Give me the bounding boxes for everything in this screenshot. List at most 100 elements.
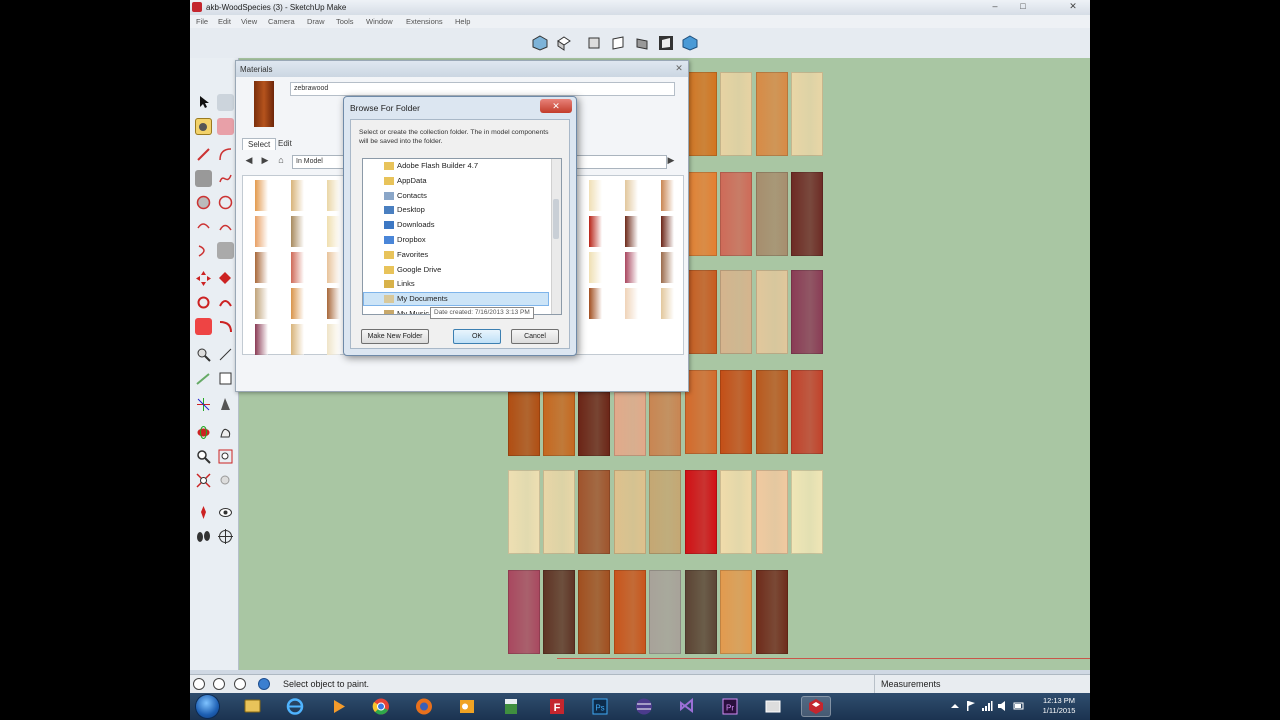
tree-item[interactable]: Downloads: [363, 218, 549, 232]
wood-swatch[interactable]: [508, 570, 540, 654]
front-view-icon[interactable]: [586, 35, 602, 51]
select-tool-icon[interactable]: [195, 94, 212, 111]
material-thumbnail[interactable]: [327, 288, 340, 319]
left-view-icon[interactable]: [658, 35, 674, 51]
offset-icon[interactable]: [217, 242, 234, 259]
info-icon[interactable]: [213, 678, 225, 690]
pie-icon[interactable]: [217, 218, 234, 235]
move-icon[interactable]: [195, 270, 212, 287]
close-icon[interactable]: ✕: [1066, 1, 1080, 12]
material-thumbnail[interactable]: [589, 216, 602, 247]
material-thumbnail[interactable]: [589, 288, 602, 319]
wood-swatch[interactable]: [578, 570, 610, 654]
material-thumbnail[interactable]: [327, 252, 340, 283]
media-player-icon[interactable]: [323, 696, 353, 717]
start-button[interactable]: [196, 695, 219, 718]
battery-icon[interactable]: [1013, 700, 1025, 712]
3d-text-icon[interactable]: [217, 396, 234, 413]
wood-swatch[interactable]: [756, 172, 788, 256]
wood-swatch[interactable]: [508, 470, 540, 554]
rotate-icon[interactable]: [195, 294, 212, 311]
material-thumbnail[interactable]: [661, 180, 674, 211]
wood-swatch[interactable]: [543, 392, 575, 456]
outlook-icon[interactable]: [452, 696, 482, 717]
show-hidden-icons-icon[interactable]: [950, 701, 960, 711]
wood-swatch[interactable]: [685, 470, 717, 554]
wood-swatch[interactable]: [543, 470, 575, 554]
material-thumbnail[interactable]: [625, 252, 638, 283]
instructor-icon[interactable]: [258, 678, 270, 690]
material-thumbnail[interactable]: [291, 288, 304, 319]
material-thumbnail[interactable]: [589, 252, 602, 283]
wood-swatch[interactable]: [791, 72, 823, 156]
right-view-icon[interactable]: [610, 35, 626, 51]
menu-camera[interactable]: Camera: [268, 17, 295, 26]
wood-swatch[interactable]: [508, 392, 540, 456]
material-thumbnail[interactable]: [291, 252, 304, 283]
wood-swatch[interactable]: [649, 570, 681, 654]
premiere-icon[interactable]: Pr: [715, 696, 745, 717]
offset2-icon[interactable]: [217, 318, 234, 335]
material-thumbnail[interactable]: [589, 180, 602, 211]
filezilla-icon[interactable]: F: [542, 696, 572, 717]
wood-swatch[interactable]: [649, 470, 681, 554]
material-thumbnail[interactable]: [327, 180, 340, 211]
tree-item[interactable]: Dropbox: [363, 233, 549, 247]
wood-swatch[interactable]: [614, 392, 646, 456]
network-icon[interactable]: [981, 700, 993, 712]
axes-icon[interactable]: [195, 396, 212, 413]
material-thumbnail[interactable]: [255, 288, 268, 319]
pan-icon[interactable]: [217, 424, 234, 441]
make-new-folder-button[interactable]: Make New Folder: [361, 329, 429, 344]
home-icon[interactable]: ⌂: [276, 154, 286, 166]
tab-select[interactable]: Select: [242, 138, 277, 150]
photoshop-icon[interactable]: Ps: [585, 696, 615, 717]
details-arrow-icon[interactable]: ▶: [666, 154, 676, 166]
wood-swatch[interactable]: [756, 570, 788, 654]
wood-swatch[interactable]: [720, 370, 752, 454]
wood-swatch[interactable]: [720, 470, 752, 554]
eraser-icon[interactable]: [217, 118, 234, 135]
protractor-icon[interactable]: [195, 370, 212, 387]
dimension-icon[interactable]: [217, 346, 234, 363]
measurements-box[interactable]: Measurements: [874, 675, 981, 694]
wood-swatch[interactable]: [543, 570, 575, 654]
tape-measure-icon[interactable]: [195, 346, 212, 363]
circle-icon[interactable]: [195, 194, 212, 211]
internet-explorer-icon[interactable]: [280, 696, 310, 717]
wood-swatch[interactable]: [720, 270, 752, 354]
dialog-close-button[interactable]: ✕: [540, 99, 572, 113]
walk-icon[interactable]: [195, 528, 212, 545]
polygon-icon[interactable]: [217, 194, 234, 211]
menu-extensions[interactable]: Extensions: [406, 17, 443, 26]
wood-swatch[interactable]: [685, 270, 717, 354]
look-around-icon[interactable]: [217, 504, 234, 521]
scale-icon[interactable]: [195, 318, 212, 335]
bottom-view-icon[interactable]: [682, 35, 698, 51]
position-camera-icon[interactable]: [195, 504, 212, 521]
tree-item[interactable]: My Documents: [363, 292, 549, 307]
paint-bucket-icon[interactable]: [195, 118, 212, 135]
component-tool-icon[interactable]: [217, 94, 234, 111]
ok-button[interactable]: OK: [453, 329, 501, 344]
tree-item[interactable]: Desktop: [363, 203, 549, 217]
arc2-icon[interactable]: [195, 218, 212, 235]
menu-window[interactable]: Window: [366, 17, 393, 26]
wood-swatch[interactable]: [614, 470, 646, 554]
tree-item[interactable]: AppData: [363, 174, 549, 188]
wood-swatch[interactable]: [756, 370, 788, 454]
volume-icon[interactable]: [997, 700, 1009, 712]
back-arrow-icon[interactable]: ◀: [244, 154, 254, 166]
material-thumbnail[interactable]: [661, 216, 674, 247]
tree-item[interactable]: Favorites: [363, 248, 549, 262]
wood-swatch[interactable]: [791, 370, 823, 454]
material-thumbnail[interactable]: [327, 324, 340, 355]
wood-swatch[interactable]: [791, 470, 823, 554]
wood-swatch[interactable]: [720, 172, 752, 256]
material-thumbnail[interactable]: [625, 288, 638, 319]
help-icon[interactable]: [193, 678, 205, 690]
menu-tools[interactable]: Tools: [336, 17, 354, 26]
wood-swatch[interactable]: [649, 392, 681, 456]
menu-help[interactable]: Help: [455, 17, 470, 26]
wood-swatch[interactable]: [685, 72, 717, 156]
